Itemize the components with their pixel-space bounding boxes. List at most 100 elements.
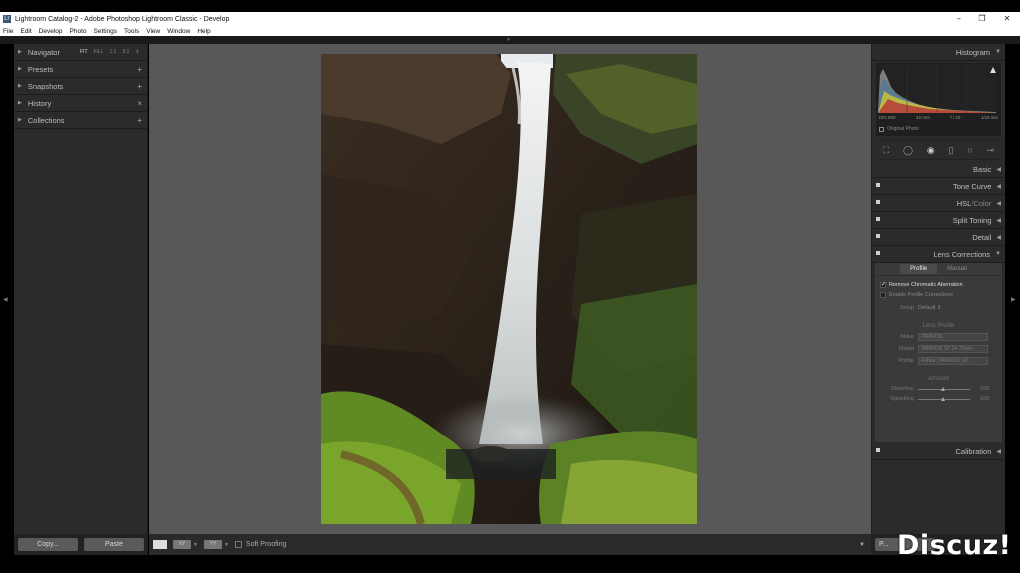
remove-ca-checkbox[interactable]: ✓ xyxy=(880,282,886,288)
calibration-header[interactable]: Calibration ◀ xyxy=(872,443,1005,460)
model-select[interactable]: TAMRON SP 24-70mm xyxy=(918,345,988,353)
disclosure-triangle-icon: ▶ xyxy=(18,66,22,72)
adjustment-brush-tool-icon[interactable]: ⊸ xyxy=(987,145,995,156)
chevron-down-icon[interactable]: ▼ xyxy=(193,542,198,548)
zoom-1-1[interactable]: 1:1 xyxy=(110,49,117,55)
basic-header[interactable]: Basic ◀ xyxy=(872,161,1005,178)
remove-chromatic-aberration-option[interactable]: ✓ Remove Chromatic Aberration xyxy=(880,282,963,288)
tab-profile[interactable]: Profile xyxy=(900,264,938,274)
enable-profile-checkbox[interactable] xyxy=(880,292,886,298)
expand-triangle-icon: ◀ xyxy=(996,234,1001,241)
add-preset-icon[interactable]: + xyxy=(137,65,142,74)
expand-left-icon[interactable]: ◀ xyxy=(3,296,8,303)
lens-corrections-header[interactable]: Lens Corrections ▼ xyxy=(872,246,1005,263)
disclosure-triangle-icon: ▶ xyxy=(18,117,22,123)
presets-header[interactable]: ▶ Presets + xyxy=(14,61,147,78)
vignetting-slider[interactable] xyxy=(918,396,970,401)
maximize-button[interactable]: ❐ xyxy=(971,12,993,26)
left-panel-footer: Copy... Paste xyxy=(14,534,148,555)
before-after-left-right-icon[interactable]: XY xyxy=(173,540,191,549)
slider-knob[interactable] xyxy=(941,386,945,391)
snapshots-header[interactable]: ▶ Snapshots + xyxy=(14,78,147,95)
menu-tools[interactable]: Tools xyxy=(124,28,139,35)
menu-develop[interactable]: Develop xyxy=(39,28,63,35)
histogram-header[interactable]: Histogram ▼ xyxy=(872,44,1005,61)
color-label[interactable]: Color xyxy=(973,199,991,208)
vignetting-value[interactable]: 100 xyxy=(980,396,989,402)
basic-label: Basic xyxy=(973,164,992,174)
histogram-graph xyxy=(878,65,996,113)
histogram[interactable]: ISO 800 42 mm f / 10 1/15 sec Original P… xyxy=(876,63,1001,136)
panel-switch-icon[interactable] xyxy=(876,217,880,221)
close-button[interactable]: ✕ xyxy=(996,12,1018,26)
disclosure-triangle-icon: ▶ xyxy=(18,100,22,106)
snapshots-label: Snapshots xyxy=(27,81,64,91)
menu-help[interactable]: Help xyxy=(197,28,210,35)
graduated-filter-tool-icon[interactable]: ▯ xyxy=(949,145,954,156)
slider-knob[interactable] xyxy=(941,396,945,401)
history-label: History xyxy=(27,98,52,108)
make-select[interactable]: TAMRON xyxy=(918,333,988,341)
develop-toolbar: XY ▼ YY ▼ Soft Proofing ▼ xyxy=(149,534,871,555)
expand-triangle-icon: ◀ xyxy=(996,217,1001,224)
split-toning-label: Split Toning xyxy=(952,215,992,225)
waterfall-photo[interactable] xyxy=(321,54,697,524)
presets-label: Presets xyxy=(27,64,54,74)
menu-photo[interactable]: Photo xyxy=(70,28,87,35)
chevron-down-icon[interactable]: ▼ xyxy=(224,542,229,548)
crop-tool-icon[interactable]: ⛶ xyxy=(883,145,889,156)
expand-right-icon[interactable]: ▶ xyxy=(1011,296,1016,303)
zoom-fit[interactable]: FIT xyxy=(80,49,88,55)
red-eye-tool-icon[interactable]: ◉ xyxy=(927,145,935,156)
paste-button[interactable]: Paste xyxy=(84,538,144,551)
add-snapshot-icon[interactable]: + xyxy=(137,82,142,91)
menu-file[interactable]: File xyxy=(3,28,13,35)
panel-switch-icon[interactable] xyxy=(876,448,880,452)
radial-filter-tool-icon[interactable]: ○ xyxy=(967,145,972,155)
navigator-header[interactable]: ▶ Navigator FIT FILL 1:1 3:1 ⇕ xyxy=(14,44,147,61)
expand-top-icon[interactable]: ▼ xyxy=(506,37,511,43)
original-photo-checkbox[interactable] xyxy=(879,126,884,132)
distortion-slider[interactable] xyxy=(918,386,970,391)
copy-button[interactable]: Copy... xyxy=(18,538,78,551)
menu-window[interactable]: Window xyxy=(167,28,190,35)
soft-proofing-checkbox[interactable] xyxy=(234,541,242,548)
lens-tabs: Profile Manual xyxy=(875,263,1002,276)
clear-history-icon[interactable]: × xyxy=(137,99,142,108)
loupe-view-icon[interactable] xyxy=(153,540,167,549)
amount-title: Amount xyxy=(928,376,949,382)
setup-select[interactable]: Default ⇕ xyxy=(918,305,942,311)
zoom-3-1[interactable]: 3:1 xyxy=(122,49,129,55)
hsl-label[interactable]: HSL xyxy=(957,199,972,208)
history-header[interactable]: ▶ History × xyxy=(14,95,147,112)
spot-removal-tool-icon[interactable]: ◯ xyxy=(903,145,913,156)
panel-switch-icon[interactable] xyxy=(876,234,880,238)
profile-select[interactable]: Adobe (TAMRON SP... xyxy=(918,357,988,365)
add-collection-icon[interactable]: + xyxy=(137,116,142,125)
before-after-swap-icon[interactable]: YY xyxy=(203,540,222,549)
lens-profile-title: Lens Profile xyxy=(922,323,955,329)
panel-switch-icon[interactable] xyxy=(876,183,880,187)
panel-switch-icon[interactable] xyxy=(876,251,880,255)
split-toning-header[interactable]: Split Toning ◀ xyxy=(872,212,1005,229)
minimize-button[interactable]: – xyxy=(948,12,970,26)
detail-header[interactable]: Detail ◀ xyxy=(872,229,1005,246)
menu-settings[interactable]: Settings xyxy=(94,28,118,35)
hsl-color-header[interactable]: HSL / Color ◀ xyxy=(872,195,1005,212)
distortion-value[interactable]: 100 xyxy=(980,386,989,392)
enable-profile-corrections-option[interactable]: Enable Profile Corrections xyxy=(880,292,953,298)
original-photo-toggle[interactable]: Original Photo xyxy=(879,126,919,132)
lightroom-app-icon: Lr xyxy=(3,15,11,23)
collections-header[interactable]: ▶ Collections + xyxy=(14,112,147,129)
menu-view[interactable]: View xyxy=(146,28,160,35)
image-canvas[interactable] xyxy=(149,44,871,534)
module-picker-collapsed[interactable]: ▼ xyxy=(0,36,1020,44)
tone-curve-header[interactable]: Tone Curve ◀ xyxy=(872,178,1005,195)
zoom-chevron-icon[interactable]: ⇕ xyxy=(135,49,139,55)
menu-edit[interactable]: Edit xyxy=(20,28,31,35)
toolbar-menu-icon[interactable]: ▼ xyxy=(859,542,865,548)
model-label: Model xyxy=(899,346,914,352)
tab-manual[interactable]: Manual xyxy=(937,264,977,274)
panel-switch-icon[interactable] xyxy=(876,200,880,204)
zoom-fill[interactable]: FILL xyxy=(94,49,104,55)
